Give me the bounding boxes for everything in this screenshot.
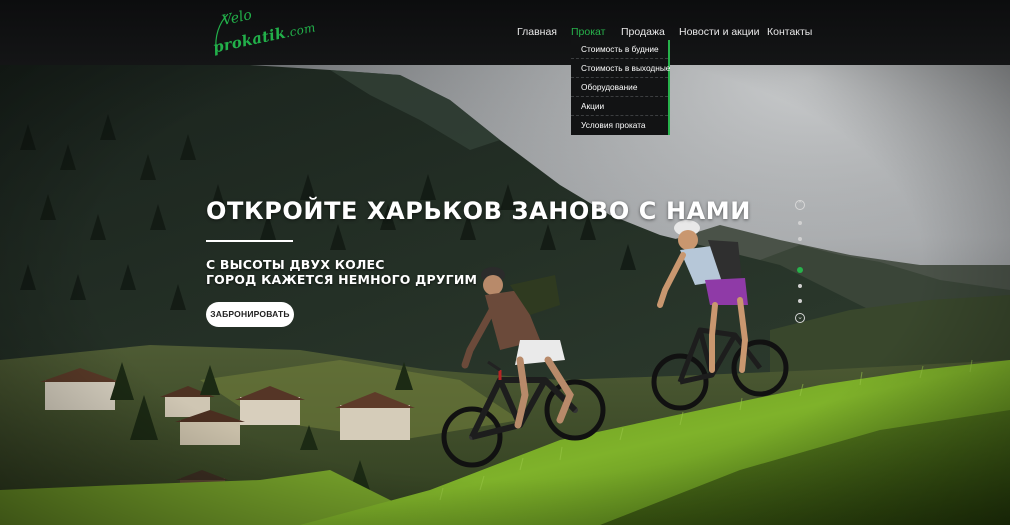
slider-pagination: ⌃ ⌄ <box>793 200 807 324</box>
nav-item-news[interactable]: Новости и акции <box>679 26 760 38</box>
dropdown-item-weekend-price[interactable]: Стоимость в выходные <box>571 59 670 78</box>
slider-dot-2[interactable] <box>798 237 802 241</box>
landscape-illustration <box>0 0 1010 525</box>
nav-item-sale[interactable]: Продажа <box>621 26 665 38</box>
headline-divider <box>206 240 293 242</box>
book-button[interactable]: ЗАБРОНИРОВАТЬ <box>206 302 294 327</box>
nav-item-rental[interactable]: Прокат <box>571 26 605 38</box>
hero-subtitle-line-1: С ВЫСОТЫ ДВУХ КОЛЕС <box>206 257 385 272</box>
hero-background <box>0 0 1010 525</box>
rental-dropdown-menu: Стоимость в будние Стоимость в выходные … <box>571 40 670 135</box>
slider-dot-3-active[interactable] <box>797 267 803 273</box>
hero-subtitle-line-2: ГОРОД КАЖЕТСЯ НЕМНОГО ДРУГИМ <box>206 272 478 287</box>
dropdown-item-equipment[interactable]: Оборудование <box>571 78 668 97</box>
slider-dot-5[interactable] <box>798 299 802 303</box>
hero-headline: ОТКРОЙТЕ ХАРЬКОВ ЗАНОВО С НАМИ <box>206 197 751 225</box>
slider-dot-4[interactable] <box>798 284 802 288</box>
chevron-up-icon[interactable]: ⌃ <box>795 200 805 210</box>
dropdown-item-promotions[interactable]: Акции <box>571 97 668 116</box>
site-logo[interactable]: Velo prokatik.com <box>210 7 317 57</box>
slider-dot-1[interactable] <box>798 221 802 225</box>
dropdown-item-weekday-price[interactable]: Стоимость в будние <box>571 40 668 59</box>
nav-item-contacts[interactable]: Контакты <box>767 26 812 38</box>
chevron-down-icon[interactable]: ⌄ <box>795 313 805 323</box>
nav-item-home[interactable]: Главная <box>517 26 557 38</box>
logo-line-2-tail: .com <box>284 20 317 41</box>
dropdown-item-rental-terms[interactable]: Условия проката <box>571 116 668 135</box>
site-header: Velo prokatik.com Главная Прокат Продажа… <box>0 0 1010 65</box>
